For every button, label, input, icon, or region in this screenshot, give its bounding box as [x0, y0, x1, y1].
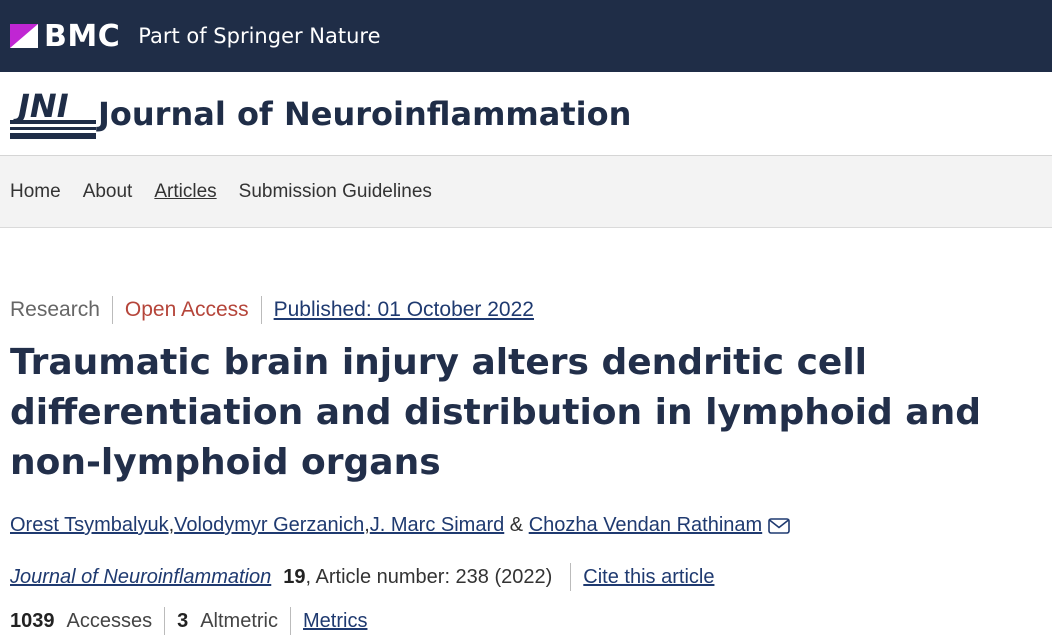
- divider: [260, 296, 262, 324]
- open-access-label: Open Access: [124, 298, 249, 321]
- journal-link[interactable]: Journal of Neuroinflammation: [10, 566, 271, 589]
- nav-item-home[interactable]: Home: [10, 181, 61, 203]
- divider: [164, 607, 166, 635]
- article-type: Research: [10, 298, 100, 321]
- journal-header: JNI Journal of Neuroinflammation: [0, 72, 1052, 156]
- bmc-logo-text[interactable]: BMC: [44, 19, 120, 54]
- cite-this-article-link[interactable]: Cite this article: [583, 566, 714, 589]
- author-link[interactable]: J. Marc Simard: [370, 514, 504, 537]
- site-header: BMC Part of Springer Nature: [0, 0, 1052, 72]
- nav-item-submission-guidelines[interactable]: Submission Guidelines: [239, 181, 432, 203]
- nav-item-about[interactable]: About: [83, 181, 133, 203]
- author-link[interactable]: Volodymyr Gerzanich: [174, 514, 364, 537]
- jni-logo-icon[interactable]: JNI: [10, 87, 96, 141]
- accesses-count: 1039: [10, 609, 55, 632]
- journal-title[interactable]: Journal of Neuroinflammation: [98, 95, 631, 133]
- published-date-link[interactable]: Published: 01 October 2022: [274, 298, 534, 322]
- mail-icon[interactable]: [768, 517, 791, 534]
- author-list: Orest Tsymbalyuk , Volodymyr Gerzanich ,…: [10, 514, 1042, 537]
- article-title: Traumatic brain injury alters dendritic …: [10, 342, 981, 483]
- article-metrics: 1039 Accesses 3 Altmetric Metrics: [10, 607, 1042, 635]
- svg-text:JNI: JNI: [12, 87, 69, 125]
- author-link[interactable]: Chozha Vendan Rathinam: [529, 514, 763, 537]
- divider: [570, 563, 572, 591]
- brand-tagline[interactable]: Part of Springer Nature: [138, 24, 380, 48]
- volume-number: 19: [283, 565, 306, 588]
- divider: [111, 296, 113, 324]
- accesses-label: Accesses: [66, 609, 153, 632]
- article-number: , Article number: 238 (2022): [305, 565, 553, 588]
- altmetric-count: 3: [177, 609, 189, 632]
- author-separator: &: [504, 514, 529, 536]
- nav-item-articles[interactable]: Articles: [154, 181, 216, 203]
- altmetric-label: Altmetric: [200, 609, 279, 632]
- main-nav: Home About Articles Submission Guideline…: [0, 156, 1052, 228]
- author-link[interactable]: Orest Tsymbalyuk: [10, 514, 169, 537]
- citation-line: Journal of Neuroinflammation 19 , Articl…: [10, 563, 1042, 591]
- metrics-link[interactable]: Metrics: [303, 610, 367, 633]
- divider: [290, 607, 292, 635]
- article-meta: Research Open Access Published: 01 Octob…: [10, 296, 1042, 324]
- article-header: Research Open Access Published: 01 Octob…: [0, 296, 1052, 635]
- bmc-logo-icon[interactable]: [10, 24, 38, 48]
